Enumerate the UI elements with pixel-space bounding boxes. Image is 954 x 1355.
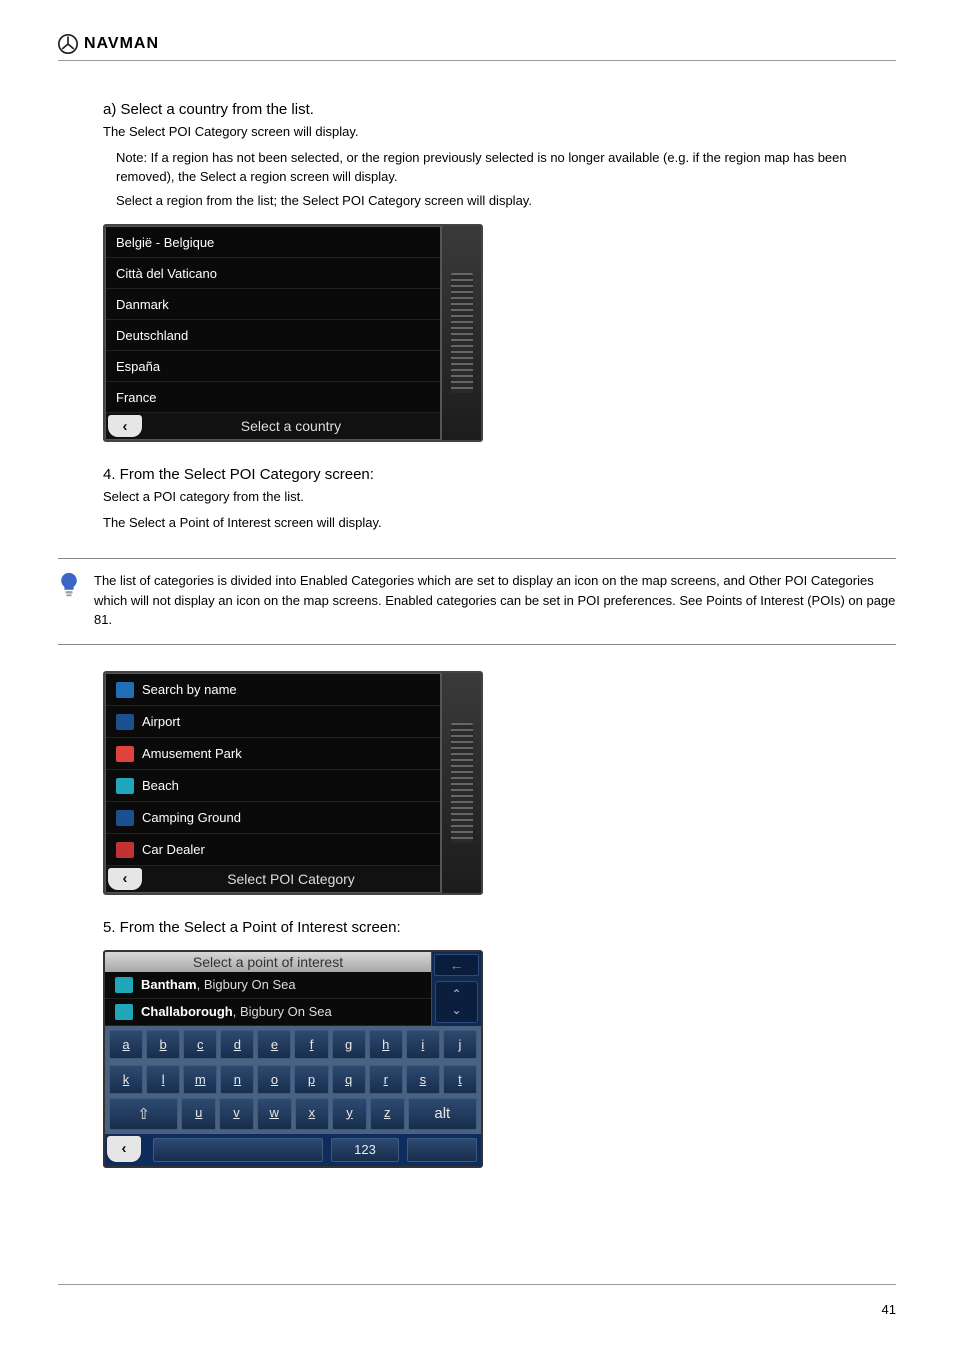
- camping-icon: [116, 810, 134, 826]
- key[interactable]: v: [219, 1098, 254, 1130]
- back-button[interactable]: ‹: [108, 868, 142, 890]
- screenshot-keyboard-poi: Select a point of interest Bantham, Bigb…: [103, 950, 483, 1168]
- list-item[interactable]: Danmark: [106, 289, 440, 320]
- key[interactable]: g: [332, 1030, 366, 1059]
- beach-icon: [116, 778, 134, 794]
- key[interactable]: e: [257, 1030, 291, 1059]
- scrollbar[interactable]: [441, 673, 481, 893]
- key[interactable]: k: [109, 1065, 143, 1094]
- list-item[interactable]: Airport: [106, 706, 440, 738]
- brand-logo: NAVMAN: [58, 34, 159, 54]
- numeric-key[interactable]: 123: [331, 1138, 399, 1162]
- key[interactable]: m: [183, 1065, 217, 1094]
- scroll-thumb[interactable]: [451, 723, 473, 843]
- key[interactable]: o: [257, 1065, 291, 1094]
- key[interactable]: t: [443, 1065, 477, 1094]
- key[interactable]: b: [146, 1030, 180, 1059]
- step-a-heading: a) Select a country from the list.: [103, 101, 896, 118]
- list-item[interactable]: Camping Ground: [106, 802, 440, 834]
- list-item[interactable]: Beach: [106, 770, 440, 802]
- list-item[interactable]: España: [106, 351, 440, 382]
- divider: [58, 558, 896, 559]
- key[interactable]: f: [294, 1030, 328, 1059]
- step-4-heading: 4. From the Select POI Category screen:: [103, 466, 896, 483]
- keyboard-row-1: a b c d e f g h i j: [105, 1026, 481, 1061]
- step-a-text: The Select POI Category screen will disp…: [103, 122, 896, 142]
- footer-divider: [58, 1284, 896, 1285]
- key[interactable]: d: [220, 1030, 254, 1059]
- screenshot-select-country: België - Belgique Città del Vaticano Dan…: [103, 224, 483, 442]
- key[interactable]: z: [370, 1098, 405, 1130]
- updown-toggle[interactable]: ⌃ ⌄: [435, 981, 478, 1023]
- keyboard-row-3: ⇧ u v w x y z alt: [105, 1096, 481, 1134]
- caret-down-icon: ⌄: [451, 1003, 461, 1017]
- scroll-thumb[interactable]: [451, 273, 473, 393]
- beach-icon: [115, 977, 133, 993]
- list-item[interactable]: Amusement Park: [106, 738, 440, 770]
- key[interactable]: l: [146, 1065, 180, 1094]
- back-button[interactable]: ‹: [108, 415, 142, 437]
- key[interactable]: u: [181, 1098, 216, 1130]
- key[interactable]: s: [406, 1065, 440, 1094]
- key[interactable]: j: [443, 1030, 477, 1059]
- enter-key[interactable]: [407, 1138, 477, 1162]
- alt-key[interactable]: alt: [408, 1098, 477, 1130]
- navman-logo-icon: [58, 34, 78, 54]
- back-small[interactable]: ←: [434, 954, 479, 976]
- airport-icon: [116, 714, 134, 730]
- back-button[interactable]: ‹: [107, 1136, 141, 1162]
- note-block: Note: If a region has not been selected,…: [58, 148, 896, 211]
- key[interactable]: x: [295, 1098, 330, 1130]
- space-key[interactable]: [153, 1138, 323, 1162]
- key[interactable]: q: [332, 1065, 366, 1094]
- result-item[interactable]: Challaborough, Bigbury On Sea: [105, 999, 431, 1026]
- search-icon: [116, 682, 134, 698]
- brand-text: NAVMAN: [84, 35, 159, 53]
- key[interactable]: a: [109, 1030, 143, 1059]
- list-item[interactable]: Deutschland: [106, 320, 440, 351]
- step-5-heading: 5. From the Select a Point of Interest s…: [103, 919, 896, 936]
- key[interactable]: n: [220, 1065, 254, 1094]
- key[interactable]: c: [183, 1030, 217, 1059]
- key[interactable]: i: [406, 1030, 440, 1059]
- list-item[interactable]: Città del Vaticano: [106, 258, 440, 289]
- beach-icon: [115, 1004, 133, 1020]
- screenshot-select-poi-category: Search by name Airport Amusement Park Be…: [103, 671, 483, 895]
- key[interactable]: w: [257, 1098, 292, 1130]
- list-item[interactable]: Car Dealer: [106, 834, 440, 866]
- list-item[interactable]: Search by name: [106, 674, 440, 706]
- note-line-2: Select a region from the list; the Selec…: [116, 191, 896, 211]
- key[interactable]: h: [369, 1030, 403, 1059]
- shift-key[interactable]: ⇧: [109, 1098, 178, 1130]
- step-4-text: Select a POI category from the list.: [103, 487, 896, 507]
- result-item[interactable]: Bantham, Bigbury On Sea: [105, 972, 431, 999]
- keyboard-row-2: k l m n o p q r s t: [105, 1061, 481, 1096]
- key[interactable]: y: [332, 1098, 367, 1130]
- key[interactable]: p: [294, 1065, 328, 1094]
- list-item[interactable]: België - Belgique: [106, 227, 440, 258]
- key[interactable]: r: [369, 1065, 403, 1094]
- screen-title: Select POI Category: [142, 871, 440, 887]
- tip-text: The list of categories is divided into E…: [94, 571, 896, 630]
- note-line-1: Note: If a region has not been selected,…: [116, 148, 896, 187]
- caret-up-icon: ⌃: [451, 987, 461, 1001]
- cardealer-icon: [116, 842, 134, 858]
- lightbulb-icon: [58, 571, 80, 600]
- amusement-icon: [116, 746, 134, 762]
- step-4-result: The Select a Point of Interest screen wi…: [103, 513, 896, 533]
- page-number: 41: [882, 1302, 896, 1317]
- screen-title: Select a point of interest: [105, 952, 431, 972]
- scrollbar[interactable]: [441, 226, 481, 440]
- tip-block: The list of categories is divided into E…: [58, 563, 896, 645]
- page-header: NAVMAN: [58, 34, 896, 61]
- list-item[interactable]: France: [106, 382, 440, 413]
- screen-title: Select a country: [142, 418, 440, 434]
